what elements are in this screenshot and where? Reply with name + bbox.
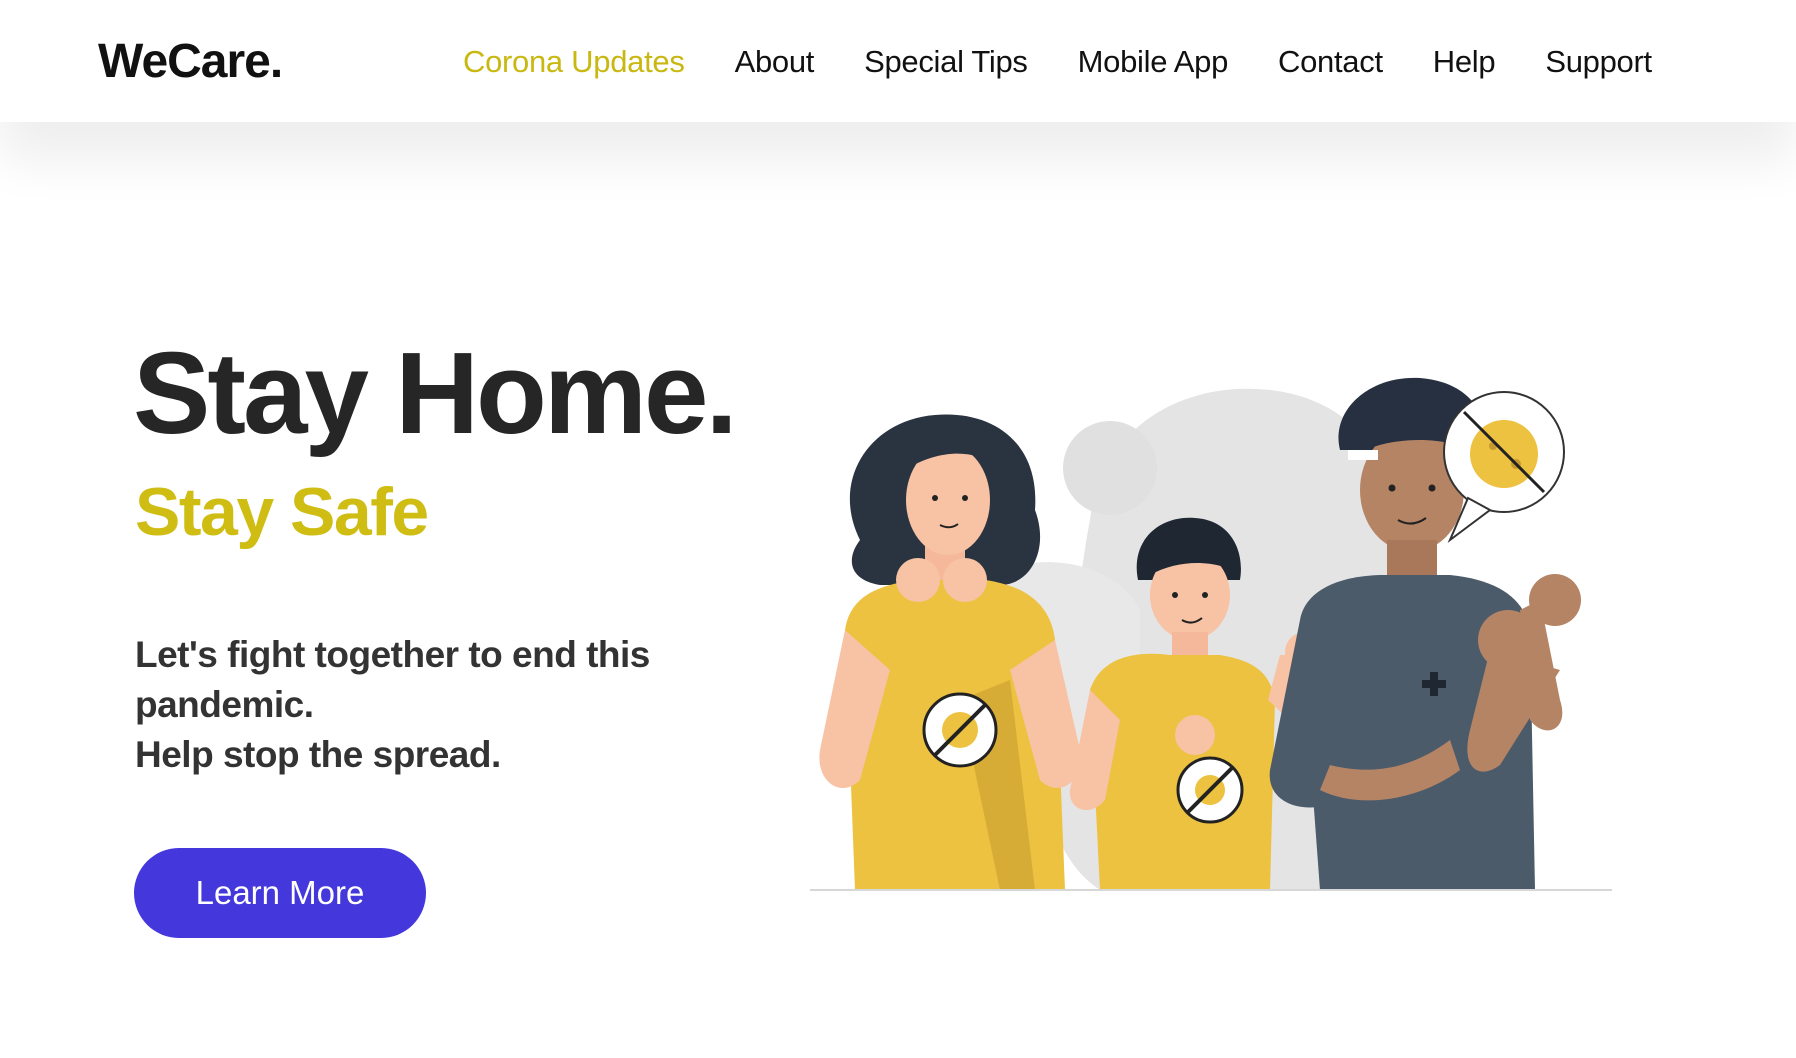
nav-link-contact[interactable]: Contact [1278, 44, 1383, 79]
hero-description-line: Let's fight together to end this [135, 634, 650, 675]
nav-link-support[interactable]: Support [1545, 44, 1652, 79]
nav-item-help: Help [1433, 44, 1496, 80]
nav-item-mobile-app: Mobile App [1078, 44, 1229, 80]
nav-link-special-tips[interactable]: Special Tips [864, 44, 1028, 79]
brand-logo[interactable]: WeCare. [98, 34, 283, 89]
main-nav: Corona Updates About Special Tips Mobile… [463, 44, 1652, 80]
hero-title: Stay Home. [133, 328, 738, 458]
nav-item-support: Support [1545, 44, 1652, 80]
hero-subtitle: Stay Safe [135, 474, 429, 550]
hero-description-line: Help stop the spread. [135, 734, 501, 775]
nav-item-contact: Contact [1278, 44, 1383, 80]
no-virus-icon [922, 692, 998, 768]
nav-link-about[interactable]: About [735, 44, 815, 79]
learn-more-button[interactable]: Learn More [134, 848, 426, 938]
hero-description-line: pandemic. [135, 684, 314, 725]
nav-item-corona-updates: Corona Updates [463, 44, 685, 80]
nav-link-corona-updates[interactable]: Corona Updates [463, 44, 685, 79]
nav-link-mobile-app[interactable]: Mobile App [1078, 44, 1229, 79]
woman-figure [819, 414, 1081, 890]
nav-item-about: About [735, 44, 815, 80]
nav-link-help[interactable]: Help [1433, 44, 1496, 79]
speech-bubble-icon [1443, 391, 1565, 544]
nav-item-special-tips: Special Tips [864, 44, 1028, 80]
family-illustration [810, 377, 1612, 891]
background-circle [1063, 421, 1157, 515]
top-navbar: WeCare. Corona Updates About Special Tip… [0, 0, 1796, 122]
no-virus-icon [1176, 756, 1244, 824]
hero-description: Let's fight together to end this pandemi… [135, 630, 695, 780]
